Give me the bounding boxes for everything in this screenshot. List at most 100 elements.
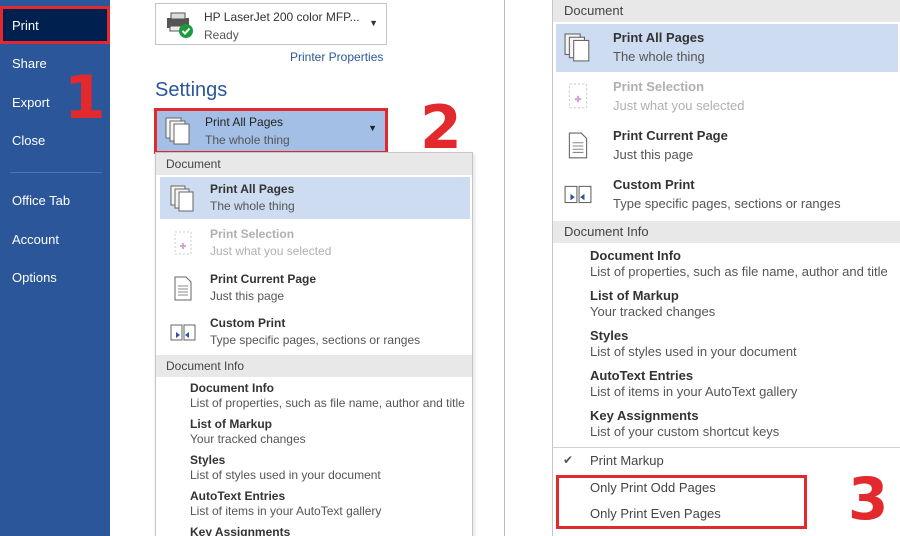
dropdown-selected-label: Print All Pages: [205, 115, 284, 129]
sidebar-item-account[interactable]: Account: [0, 220, 110, 258]
all-pages-icon: [165, 117, 190, 145]
checkmark-icon: ✔: [563, 453, 574, 467]
menu-item-label: Document Info: [590, 248, 681, 263]
callout-number-1: 1: [64, 63, 106, 133]
menu-item-label: Print Selection: [613, 79, 705, 94]
sidebar-item-label: Options: [12, 270, 57, 285]
menu-item-desc: List of properties, such as file name, a…: [190, 396, 465, 410]
menu-item-desc: Your tracked changes: [590, 304, 716, 319]
highlight-box-odd-even: [556, 475, 807, 529]
callout-number-2: 2: [420, 93, 462, 163]
menu-separator: [553, 447, 900, 448]
sidebar-item-label: Account: [12, 232, 59, 247]
menu-item-desc: The whole thing: [210, 199, 295, 213]
sidebar-item-label: Export: [12, 95, 50, 110]
menu-item-label: Styles: [590, 328, 629, 343]
printer-properties-link[interactable]: Printer Properties: [290, 50, 383, 64]
section-header-document-info: Document Info: [156, 355, 472, 377]
menu-item-label: Document Info: [190, 381, 274, 395]
menu-item-label: Key Assignments: [190, 525, 291, 536]
menu-item-label: Styles: [190, 453, 226, 467]
printer-select[interactable]: HP LaserJet 200 color MFP... Ready ▼: [155, 3, 387, 45]
menu-item-styles[interactable]: Styles List of styles used in your docum…: [190, 453, 381, 482]
menu-item-desc: List of items in your AutoText gallery: [590, 384, 798, 399]
menu-item-print-selection[interactable]: Print Selection Just what you selected: [160, 222, 470, 264]
sidebar-item-options[interactable]: Options: [0, 258, 110, 296]
menu-item-desc: Just this page: [613, 147, 694, 162]
print-pages-menu: Document Print All Pages The whole thing…: [155, 152, 473, 536]
chevron-down-icon: ▼: [369, 18, 378, 28]
selection-icon: [174, 231, 192, 255]
menu-item-desc: List of styles used in your document: [190, 468, 381, 482]
menu-item-print-all-pages[interactable]: Print All Pages The whole thing: [160, 177, 470, 219]
menu-item-print-current-page[interactable]: Print Current Page Just this page: [160, 267, 470, 309]
menu-item-desc: Just this page: [210, 289, 285, 303]
chevron-down-icon: ▼: [368, 123, 377, 133]
menu-item-document-info[interactable]: Document Info List of properties, such a…: [190, 381, 465, 410]
menu-item-custom-print[interactable]: Custom Print Type specific pages, sectio…: [556, 171, 898, 219]
settings-title: Settings: [155, 79, 228, 101]
print-pages-dropdown[interactable]: Print All Pages The whole thing ▼: [154, 108, 388, 154]
menu-item-desc: Type specific pages, sections or ranges: [210, 333, 421, 347]
menu-item-label: Print All Pages: [210, 182, 295, 196]
menu-item-label: AutoText Entries: [190, 489, 286, 503]
left-screenshot: Print Share Export Close Office Tab Acco…: [0, 0, 504, 536]
sidebar-item-label: Share: [12, 56, 47, 71]
menu-item-desc: Just what you selected: [613, 98, 745, 113]
menu-item-desc: List of styles used in your document: [590, 344, 797, 359]
menu-item-print-selection[interactable]: Print Selection Just what you selected: [556, 73, 898, 121]
section-header-document-info: Document Info: [553, 221, 900, 243]
menu-item-desc: Type specific pages, sections or ranges: [613, 196, 841, 211]
menu-item-print-markup[interactable]: Print Markup: [590, 453, 664, 468]
menu-item-label: List of Markup: [190, 417, 273, 431]
menu-item-list-of-markup[interactable]: List of Markup Your tracked changes: [590, 288, 715, 319]
menu-item-desc: Your tracked changes: [190, 432, 306, 446]
menu-item-key-assignments[interactable]: Key Assignments List of your custom shor…: [590, 408, 779, 439]
current-page-icon: [174, 276, 192, 301]
sidebar-item-label: Print: [12, 18, 39, 33]
screenshot-divider: [504, 0, 508, 536]
menu-item-label: Print All Pages: [613, 30, 705, 45]
sidebar-item-label: Close: [12, 133, 46, 148]
menu-item-print-current-page[interactable]: Print Current Page Just this page: [556, 122, 898, 170]
all-pages-icon: [170, 185, 194, 212]
right-screenshot: Document Print All Pages The whole thing…: [552, 0, 900, 536]
menu-item-desc: List of properties, such as file name, a…: [590, 264, 888, 279]
menu-item-print-all-pages[interactable]: Print All Pages The whole thing: [556, 24, 898, 72]
printer-icon: [167, 12, 193, 38]
callout-number-3: 3: [848, 465, 889, 533]
menu-item-label: Print Current Page: [210, 272, 317, 286]
sidebar-divider: [10, 172, 102, 173]
printer-status: Ready: [204, 28, 239, 42]
menu-item-desc: List of items in your AutoText gallery: [190, 504, 382, 518]
menu-item-styles[interactable]: Styles List of styles used in your docum…: [590, 328, 797, 359]
printer-name: HP LaserJet 200 color MFP...: [204, 10, 360, 24]
menu-item-autotext-entries[interactable]: AutoText Entries List of items in your A…: [590, 368, 797, 399]
menu-item-label: Custom Print: [613, 177, 695, 192]
menu-item-desc: List of your custom shortcut keys: [590, 424, 780, 439]
sidebar-item-print[interactable]: Print: [0, 6, 110, 44]
menu-item-autotext-entries[interactable]: AutoText Entries List of items in your A…: [190, 489, 381, 518]
menu-item-label: Print Selection: [210, 227, 295, 241]
section-header-document: Document: [156, 153, 472, 175]
all-pages-icon: [564, 33, 590, 62]
menu-item-document-info[interactable]: Document Info List of properties, such a…: [590, 248, 888, 279]
custom-print-icon: [170, 324, 196, 341]
menu-item-label: Custom Print: [210, 316, 286, 330]
selection-icon: [568, 83, 588, 109]
custom-print-icon: [564, 185, 592, 204]
menu-item-key-assignments[interactable]: Key Assignments: [190, 525, 290, 536]
menu-item-desc: Just what you selected: [210, 244, 332, 258]
current-page-icon: [568, 132, 588, 159]
sidebar-item-label: Office Tab: [12, 193, 71, 208]
section-header-document: Document: [553, 0, 900, 22]
menu-item-custom-print[interactable]: Custom Print Type specific pages, sectio…: [160, 311, 470, 353]
menu-item-label: AutoText Entries: [590, 368, 694, 383]
menu-item-label: Key Assignments: [590, 408, 699, 423]
sidebar-item-office-tab[interactable]: Office Tab: [0, 181, 110, 219]
menu-item-desc: The whole thing: [613, 49, 705, 64]
menu-item-list-of-markup[interactable]: List of Markup Your tracked changes: [190, 417, 306, 446]
menu-item-label: List of Markup: [590, 288, 679, 303]
menu-item-label: Print Current Page: [613, 128, 728, 143]
dropdown-selected-desc: The whole thing: [205, 133, 290, 147]
